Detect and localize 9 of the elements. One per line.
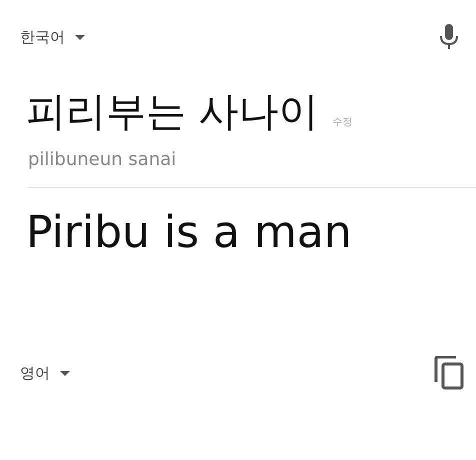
translation-text: Piribu is a man — [25, 206, 353, 260]
microphone-icon[interactable] — [440, 24, 458, 50]
copy-icon[interactable] — [434, 356, 464, 390]
source-text: 피리부는 사나이 — [26, 88, 319, 136]
dropdown-caret-icon — [60, 370, 70, 376]
romanization-text: pilibuneun sanai — [27, 148, 178, 172]
source-language-dropdown[interactable]: 한국어 — [20, 26, 85, 48]
target-language-dropdown[interactable]: 영어 — [20, 362, 70, 384]
dropdown-caret-icon — [75, 34, 85, 40]
